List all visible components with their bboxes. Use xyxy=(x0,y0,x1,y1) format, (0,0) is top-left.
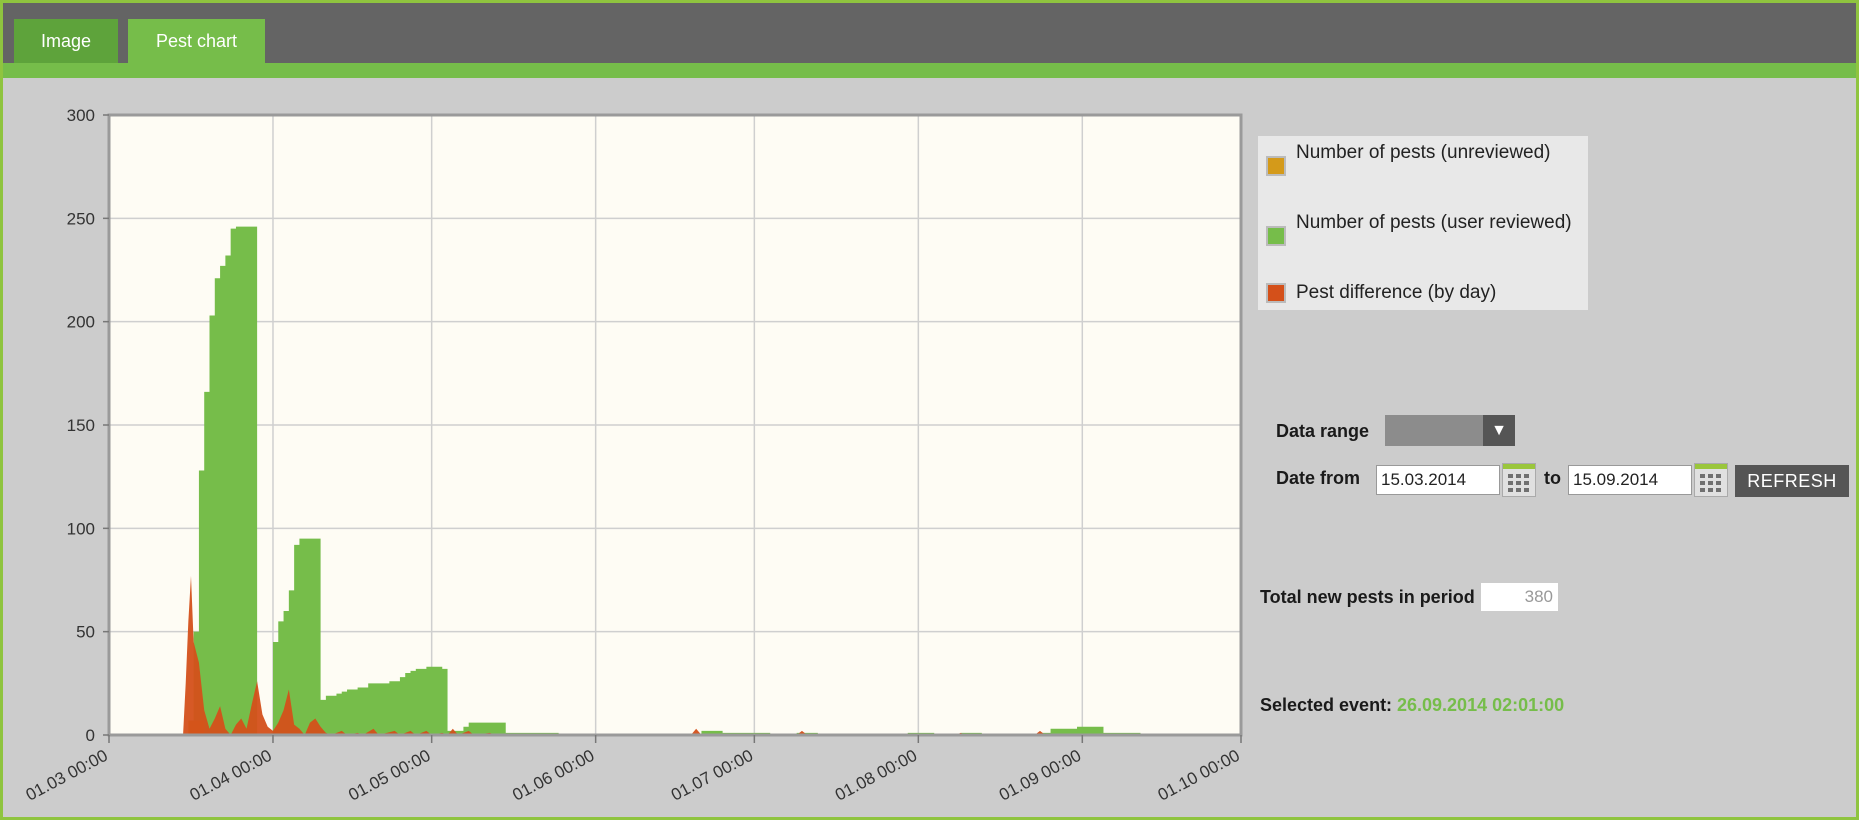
legend-swatch-difference xyxy=(1266,283,1286,303)
date-to-input[interactable]: 15.09.2014 xyxy=(1568,465,1692,495)
legend-swatch-reviewed xyxy=(1266,226,1286,246)
x-tick-label: 01.08 00:00 xyxy=(832,746,920,805)
date-from-input[interactable]: 15.03.2014 xyxy=(1376,465,1500,495)
y-tick-label: 0 xyxy=(86,726,95,745)
legend-swatch-unreviewed xyxy=(1266,156,1286,176)
chevron-down-icon[interactable]: ▼ xyxy=(1483,415,1515,446)
x-tick-label: 01.05 00:00 xyxy=(345,746,433,805)
y-tick-label: 50 xyxy=(76,623,95,642)
x-tick-label: 01.03 00:00 xyxy=(23,746,111,805)
to-label: to xyxy=(1544,468,1561,488)
y-tick-label: 200 xyxy=(67,313,95,332)
calendar-icon[interactable] xyxy=(1502,463,1536,497)
y-axis: 0 50 100 150 200 250 300 xyxy=(67,106,109,745)
x-tick-label: 01.09 00:00 xyxy=(996,746,1084,805)
legend-label: Pest difference (by day) xyxy=(1296,282,1497,303)
total-label: Total new pests in period xyxy=(1260,587,1475,607)
refresh-button[interactable]: REFRESH xyxy=(1735,465,1849,497)
total-value: 380 xyxy=(1481,583,1558,611)
selected-event-value: 26.09.2014 02:01:00 xyxy=(1397,695,1565,715)
legend-label: Number of pests (unreviewed) xyxy=(1296,142,1551,163)
data-range-label: Data range xyxy=(1276,421,1370,441)
x-axis: 01.03 00:00 01.04 00:00 01.05 00:00 01.06 0… xyxy=(23,735,1243,805)
y-tick-label: 300 xyxy=(67,106,95,125)
date-from-label: Date from xyxy=(1276,468,1361,488)
chart-legend: Number of pests (unreviewed) Number of p… xyxy=(1258,136,1588,310)
selected-event-label: Selected event: xyxy=(1260,695,1393,715)
x-tick-label: 01.10 00:00 xyxy=(1155,746,1243,805)
x-tick-label: 01.07 00:00 xyxy=(668,746,756,805)
x-tick-label: 01.04 00:00 xyxy=(187,746,275,805)
y-tick-label: 250 xyxy=(67,209,95,228)
data-range-select[interactable]: ▼ xyxy=(1385,415,1515,446)
pest-chart[interactable]: 0 50 100 150 200 250 300 01.03 00:00 01.04 00:0… xyxy=(0,0,1859,820)
legend-label: Number of pests (user reviewed) xyxy=(1296,212,1572,233)
calendar-icon[interactable] xyxy=(1694,463,1728,497)
x-tick-label: 01.06 00:00 xyxy=(509,746,597,805)
y-tick-label: 150 xyxy=(67,416,95,435)
y-tick-label: 100 xyxy=(67,519,95,538)
